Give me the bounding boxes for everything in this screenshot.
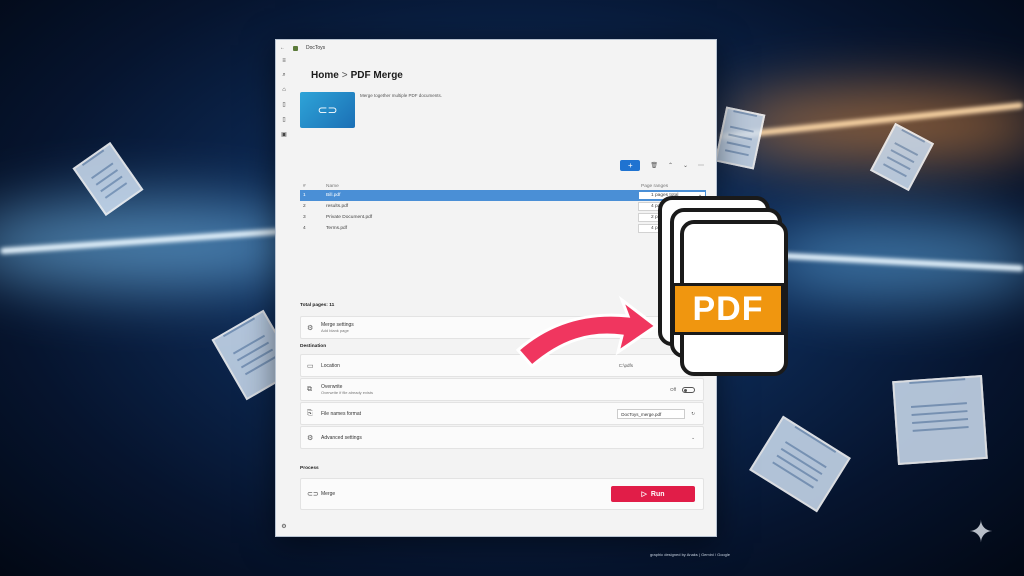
back-arrow-icon[interactable]: ←: [280, 45, 285, 51]
window-title: DocToys: [306, 45, 326, 51]
merge-card: ⊂⊃ Merge ▷ Run: [300, 478, 704, 510]
move-up-icon[interactable]: ⌃: [668, 162, 673, 169]
app-logo-icon: [293, 45, 298, 51]
chevron-down-icon: ⌄: [691, 434, 695, 440]
background-glow-right: [720, 90, 1024, 160]
row-number: 1: [303, 193, 306, 198]
add-file-button[interactable]: +: [620, 160, 641, 171]
floating-paper-icon: [714, 106, 766, 170]
pdf-label: PDF: [672, 283, 784, 335]
column-number: #: [303, 183, 306, 189]
total-pages: Total pages: 11: [300, 303, 335, 308]
row-file-name: Terms.pdf: [326, 226, 348, 231]
row-file-name: Private Document.pdf: [326, 215, 373, 220]
link-icon: ⊂⊃: [317, 103, 338, 117]
link-icon: ⊂⊃: [307, 491, 319, 498]
document-icon[interactable]: ▯: [282, 116, 285, 123]
breadcrumb-separator: >: [341, 70, 348, 81]
copy-icon: ⧉: [307, 385, 312, 393]
move-down-icon[interactable]: ⌄: [683, 162, 688, 169]
menu-icon[interactable]: ≡: [282, 58, 286, 64]
folder-icon: ▭: [307, 362, 314, 370]
overwrite-toggle[interactable]: [682, 386, 695, 393]
row-number: 4: [303, 226, 306, 231]
sparkle-icon: ✦: [968, 516, 994, 549]
tool-hero-image: ⊂⊃: [300, 92, 355, 128]
row-number: 2: [303, 204, 306, 209]
gear-icon: ⚙: [307, 434, 314, 442]
gear-icon: ⚙: [307, 324, 314, 332]
title-bar: ← DocToys: [276, 40, 716, 56]
document-icon[interactable]: ▯: [282, 101, 285, 108]
column-name: Name: [326, 183, 339, 189]
merge-label: Merge: [321, 491, 336, 497]
row-number: 3: [303, 215, 306, 220]
play-icon: ▷: [641, 491, 647, 498]
breadcrumb: Home > PDF Merge: [311, 70, 403, 81]
nav-rail: ≡ ⌕ ⌂ ▯ ▯ ▣ ⚙: [276, 56, 292, 536]
advanced-settings-card[interactable]: ⚙ Advanced settings ⌄: [300, 426, 704, 449]
breadcrumb-home[interactable]: Home: [311, 70, 339, 81]
file-names-format-card: ⎘ File names format DocToys_merge.pdf ↻: [300, 402, 704, 425]
table-header: # Name Page ranges: [300, 182, 706, 190]
floating-paper-icon: [892, 374, 988, 466]
tool-description: Merge together multiple PDF documents.: [360, 93, 443, 98]
pdf-merge-icon[interactable]: ▣: [281, 131, 287, 138]
location-label: Location: [321, 362, 340, 369]
page-title: PDF Merge: [350, 70, 403, 81]
file-names-format-input[interactable]: DocToys_merge.pdf: [617, 408, 686, 419]
home-icon[interactable]: ⌂: [282, 87, 286, 93]
run-label: Run: [650, 490, 665, 498]
advanced-settings-label: Advanced settings: [321, 434, 362, 441]
process-label: Process: [300, 466, 319, 471]
delete-icon[interactable]: 🗑: [650, 162, 658, 169]
row-file-name: results.pdf: [326, 204, 349, 209]
merge-settings-subtitle: Add blank page: [321, 328, 349, 333]
file-names-format-label: File names format: [321, 410, 362, 417]
settings-gear-icon[interactable]: ⚙: [281, 523, 286, 530]
overwrite-subtitle: Overwrite if file already exists: [321, 390, 374, 395]
run-button[interactable]: ▷ Run: [611, 486, 695, 502]
overwrite-state: Off: [670, 387, 676, 392]
image-caption: graphic designed by Anaks | Gemini / Goo…: [650, 552, 730, 557]
floating-paper-icon: [749, 415, 851, 513]
search-icon[interactable]: ⌕: [282, 72, 285, 79]
destination-label: Destination: [300, 344, 327, 349]
rename-icon: ⎘: [307, 409, 313, 417]
more-options-icon[interactable]: ⋯: [698, 162, 704, 169]
column-page-ranges: Page ranges: [641, 183, 669, 189]
row-file-name: Bill.pdf: [326, 193, 341, 198]
red-arrow-graphic: [515, 295, 659, 369]
reset-icon[interactable]: ↻: [691, 411, 695, 417]
file-toolbar: + 🗑 ⌃ ⌄ ⋯: [620, 160, 704, 171]
